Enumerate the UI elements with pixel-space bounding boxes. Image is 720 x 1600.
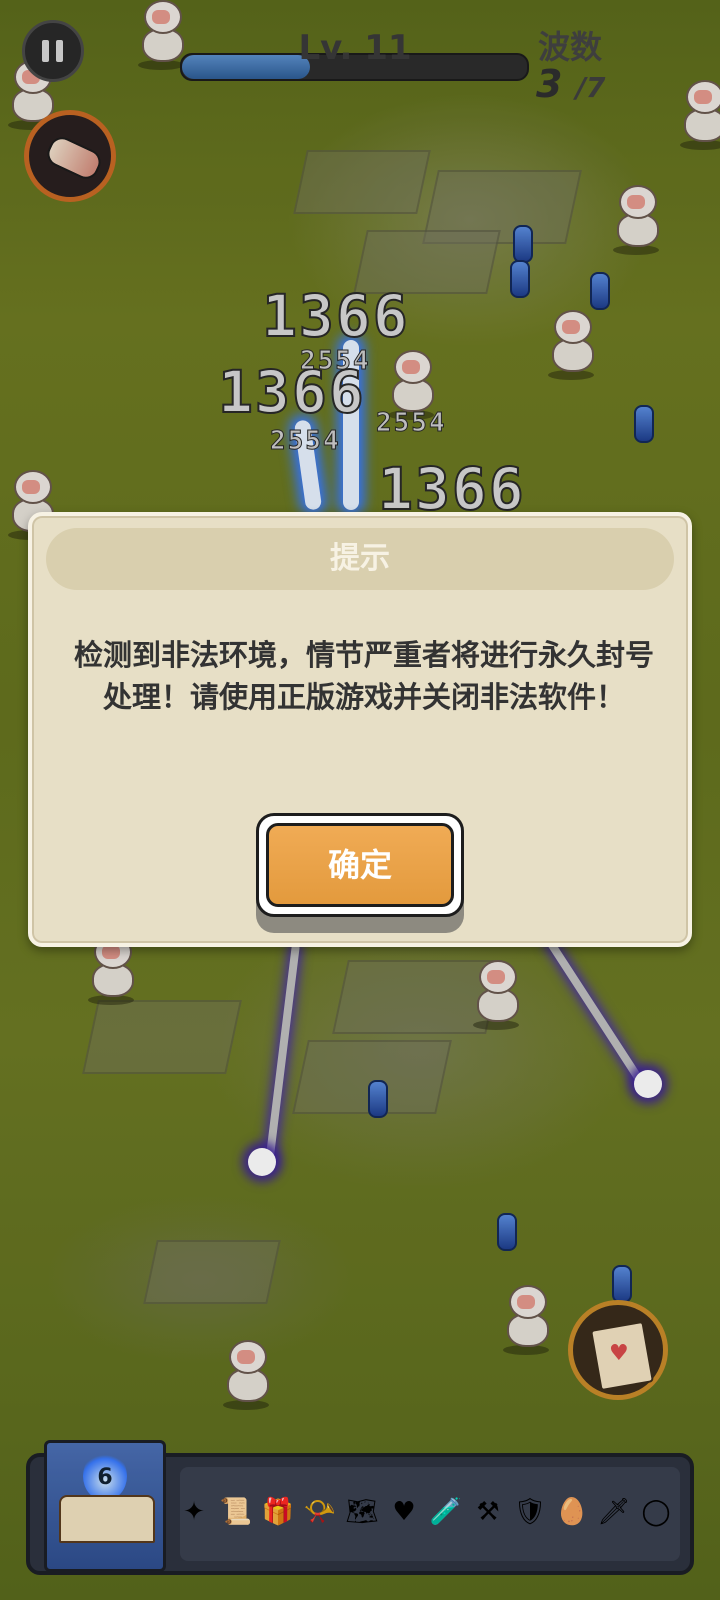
dialog-title: 提示 <box>330 541 390 576</box>
warning-dialog: 提示 检测到非法环境，情节严重者将进行永久封号处理！请使用正版游戏并关闭非法软件… <box>28 512 692 947</box>
confirm-button[interactable]: 确定 <box>256 813 464 917</box>
dialog-header: 提示 <box>46 528 674 590</box>
dialog-message: 检测到非法环境，情节严重者将进行永久封号处理！请使用正版游戏并关闭非法软件！ <box>73 638 654 714</box>
confirm-button-wrap: 确定 <box>256 813 464 933</box>
confirm-button-label: 确定 <box>266 823 454 907</box>
